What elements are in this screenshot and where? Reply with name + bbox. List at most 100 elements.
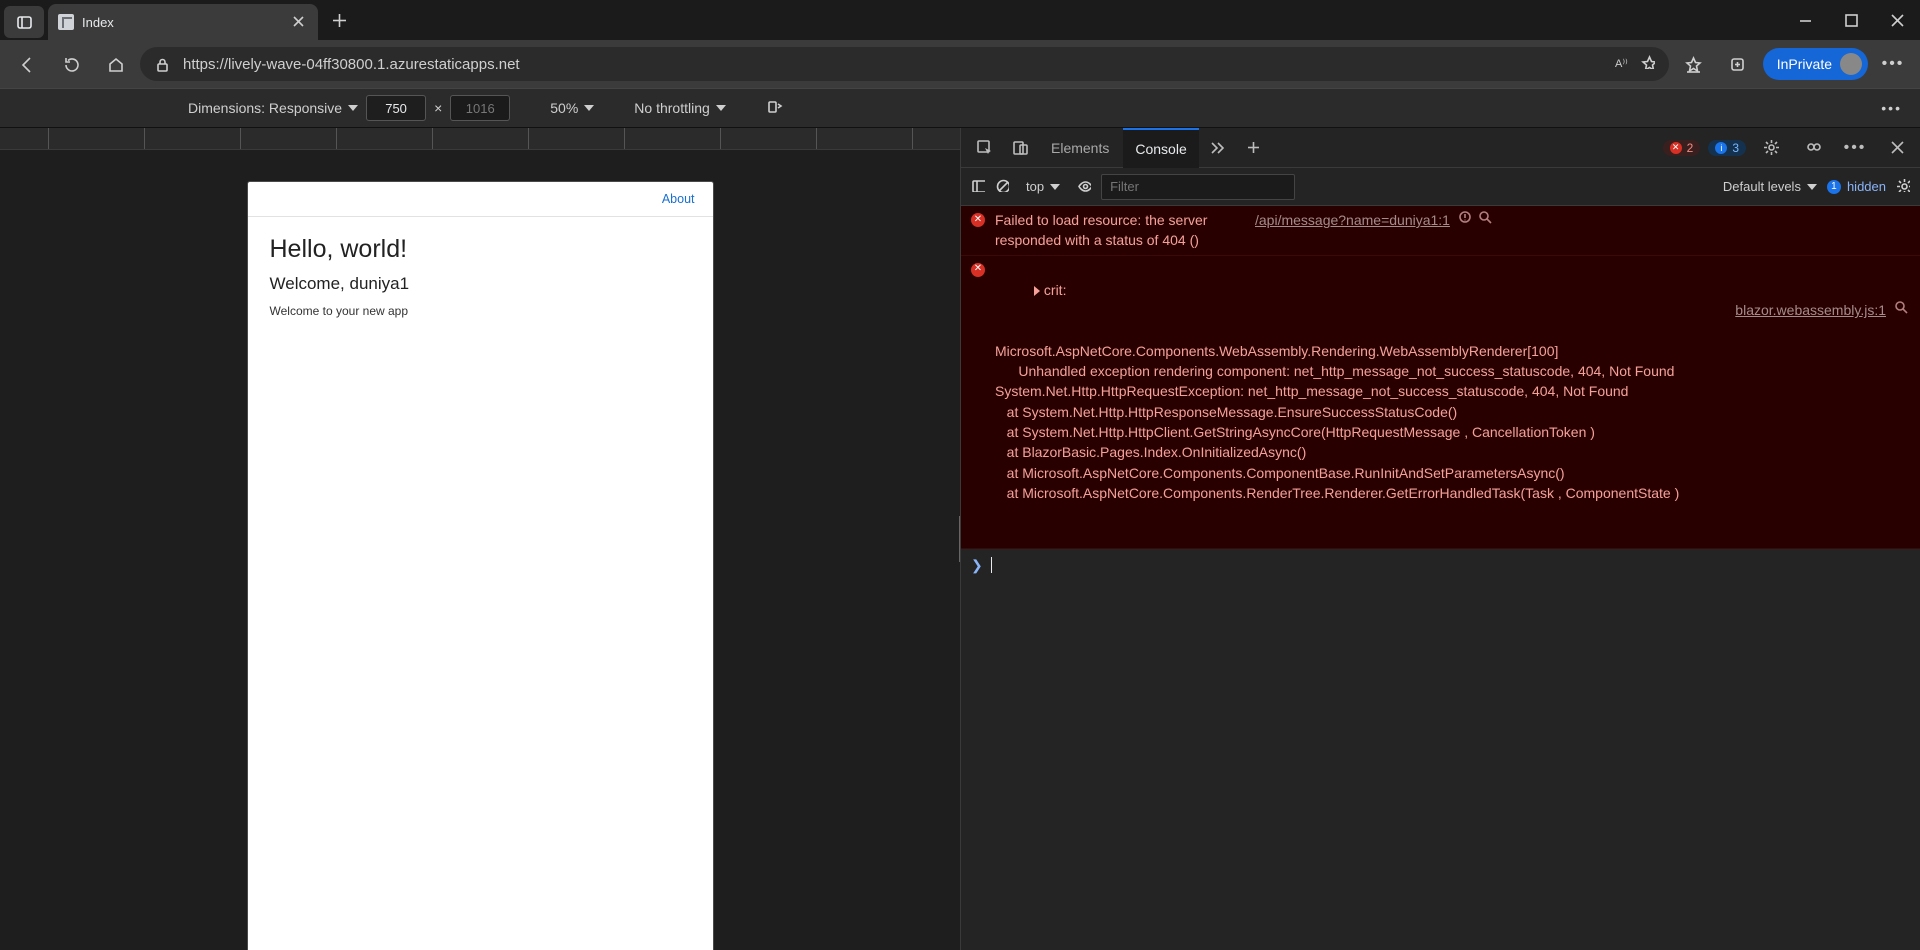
inprivate-label: InPrivate [1777, 56, 1832, 72]
tab-console[interactable]: Console [1123, 128, 1198, 168]
dimensions-selector[interactable]: Dimensions: Responsive [188, 100, 358, 116]
browser-tab[interactable]: Index [48, 4, 318, 40]
chevron-down-icon [1807, 184, 1817, 190]
rotate-button[interactable] [766, 98, 783, 118]
read-aloud-button[interactable]: A⁾⁾ [1615, 55, 1629, 73]
tab-console-label: Console [1135, 141, 1186, 157]
zoom-selector[interactable]: 50% [550, 100, 594, 116]
chevron-down-icon [1050, 184, 1060, 190]
error-source-link[interactable]: /api/message?name=duniya1:1 [1255, 210, 1450, 230]
svg-text:A⁾⁾: A⁾⁾ [1615, 58, 1628, 69]
gear-icon [1763, 139, 1780, 156]
error-stack-trace: Microsoft.AspNetCore.Components.WebAssem… [995, 341, 1908, 503]
profile-avatar [1840, 53, 1862, 75]
console-error-row[interactable]: ✕ Failed to load resource: the server re… [961, 206, 1920, 256]
console-settings-button[interactable] [1896, 178, 1910, 195]
live-expression-button[interactable] [1077, 178, 1091, 195]
issue-icon[interactable] [1458, 210, 1472, 224]
tab-actions-icon [16, 14, 33, 31]
hidden-messages-indicator[interactable]: 1 hidden [1827, 179, 1886, 194]
collections-icon [1729, 56, 1746, 73]
app-menu-button[interactable]: ••• [1874, 45, 1912, 83]
ellipsis-icon: ••• [1844, 139, 1867, 157]
home-button[interactable] [96, 45, 134, 83]
search-icon[interactable] [1478, 210, 1492, 224]
tab-title: Index [82, 15, 282, 30]
rotate-icon [766, 98, 783, 115]
error-dot-icon: ✕ [1670, 142, 1682, 154]
window-minimize-button[interactable] [1782, 0, 1828, 40]
about-link[interactable]: About [662, 192, 695, 206]
inprivate-indicator[interactable]: InPrivate [1763, 48, 1868, 80]
window-close-button[interactable] [1874, 0, 1920, 40]
console-output: ✕ Failed to load resource: the server re… [961, 206, 1920, 950]
devtools-feedback-button[interactable] [1796, 132, 1830, 164]
favorites-button[interactable] [1675, 45, 1713, 83]
read-aloud-icon: A⁾⁾ [1615, 55, 1629, 69]
eye-icon [1077, 178, 1091, 192]
dimension-sep: × [434, 100, 442, 116]
devtools-tabbar: Elements Console ✕2 i3 ••• [961, 128, 1920, 168]
pane-splitter[interactable] [959, 516, 960, 562]
console-filter-input[interactable] [1101, 174, 1295, 200]
tab-actions-button[interactable] [4, 6, 44, 38]
expand-icon[interactable] [1034, 286, 1040, 296]
url-text: https://lively-wave-04ff30800.1.azuresta… [183, 56, 1603, 73]
viewport-height-input[interactable] [450, 95, 510, 121]
devtools-close-button[interactable] [1880, 132, 1914, 164]
error-icon: ✕ [971, 213, 985, 227]
page-favicon [58, 14, 74, 30]
back-button[interactable] [8, 45, 46, 83]
devtools-settings-button[interactable] [1754, 132, 1788, 164]
search-icon[interactable] [1894, 300, 1908, 314]
inspect-element-button[interactable] [967, 132, 1001, 164]
error-message-text: Failed to load resource: the server resp… [995, 210, 1245, 251]
throttling-selector[interactable]: No throttling [634, 100, 725, 116]
new-tab-button[interactable] [322, 3, 356, 37]
device-toolbar: Dimensions: Responsive × 50% No throttli… [0, 88, 1920, 128]
info-dot-icon: i [1715, 142, 1727, 154]
execution-context-selector[interactable]: top [1019, 176, 1067, 197]
devtools-menu-button[interactable]: ••• [1838, 132, 1872, 164]
window-maximize-button[interactable] [1828, 0, 1874, 40]
toggle-device-button[interactable] [1003, 132, 1037, 164]
error-source-link[interactable]: blazor.webassembly.js:1 [1735, 300, 1886, 320]
workspace: About Hello, world! Welcome, duniya1 Wel… [0, 128, 1920, 950]
tab-close-button[interactable] [290, 13, 308, 31]
console-sidebar-toggle[interactable] [971, 178, 985, 195]
throttling-label: No throttling [634, 100, 709, 116]
console-error-row[interactable]: ✕ crit: blazor.webassembly.js:1 Microsof… [961, 256, 1920, 549]
more-tabs-button[interactable] [1201, 132, 1235, 164]
maximize-icon [1843, 12, 1860, 29]
console-prompt[interactable]: ❯ [961, 549, 1920, 581]
clear-console-button[interactable] [995, 178, 1009, 195]
inspect-icon [976, 139, 993, 156]
address-bar[interactable]: https://lively-wave-04ff30800.1.azuresta… [140, 47, 1669, 81]
hidden-count-dot: 1 [1827, 180, 1841, 194]
info-count-badge[interactable]: i3 [1708, 140, 1746, 156]
log-levels-selector[interactable]: Default levels [1723, 179, 1817, 194]
tab-elements[interactable]: Elements [1039, 128, 1121, 168]
toolbar-right: InPrivate ••• [1675, 45, 1912, 83]
device-toolbar-menu[interactable]: ••• [1881, 100, 1902, 116]
context-label: top [1026, 179, 1044, 194]
devtools-pane: Elements Console ✕2 i3 ••• top [960, 128, 1920, 950]
tab-elements-label: Elements [1051, 140, 1109, 156]
gear-icon [1896, 178, 1910, 192]
error-count-badge[interactable]: ✕2 [1663, 140, 1701, 156]
page-subheading: Welcome, duniya1 [270, 274, 691, 294]
favorite-button[interactable] [1641, 55, 1655, 73]
console-toolbar: top Default levels 1 hidden [961, 168, 1920, 206]
arrow-left-icon [19, 56, 36, 73]
dimensions-label: Dimensions: Responsive [188, 100, 342, 116]
error-count: 2 [1687, 141, 1694, 155]
star-icon [1641, 55, 1655, 69]
viewport-width-input[interactable] [366, 95, 426, 121]
window-controls [1782, 0, 1920, 40]
refresh-button[interactable] [52, 45, 90, 83]
add-tab-button[interactable] [1237, 132, 1271, 164]
plus-icon [331, 12, 348, 29]
hidden-label: hidden [1847, 179, 1886, 194]
site-navbar: About [248, 182, 713, 217]
collections-button[interactable] [1719, 45, 1757, 83]
